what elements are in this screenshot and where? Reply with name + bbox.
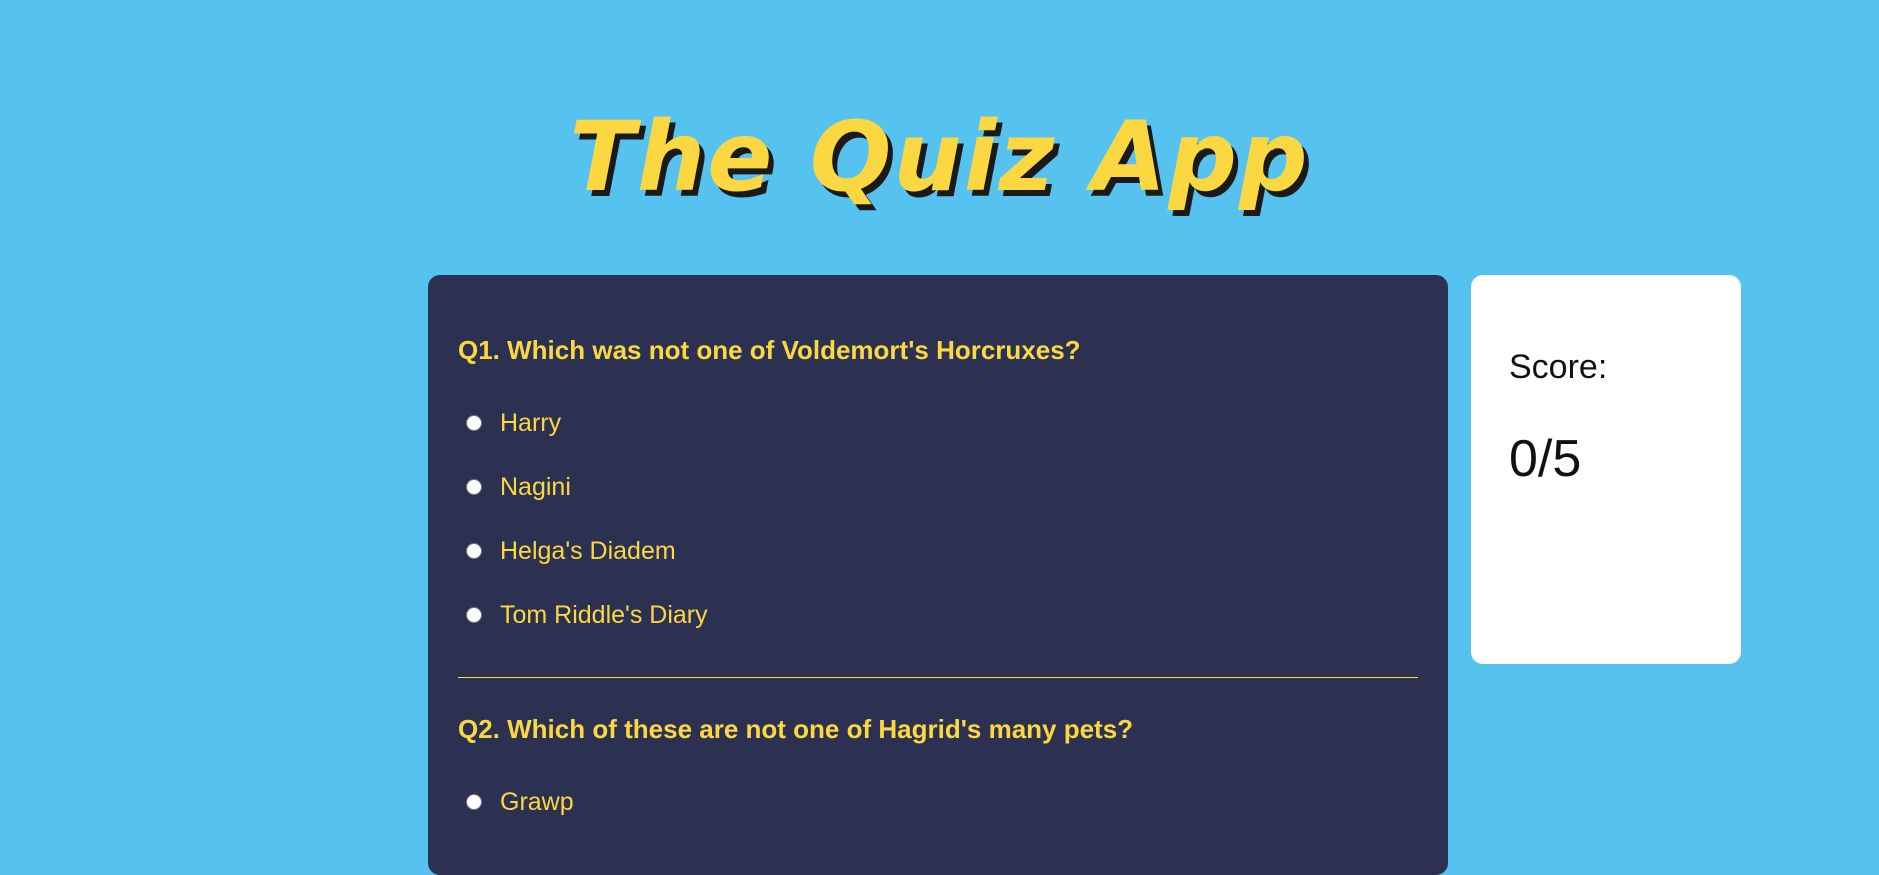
answer-label: Grawp: [500, 787, 574, 816]
answer-label: Harry: [500, 408, 562, 437]
answer-option[interactable]: Tom Riddle's Diary: [458, 583, 1418, 647]
question-1: Q1. Which was not one of Voldemort's Hor…: [458, 275, 1418, 678]
score-card: Score: 0/5: [1471, 275, 1741, 664]
answer-option[interactable]: Nagini: [458, 455, 1418, 519]
radio-button[interactable]: [466, 794, 482, 810]
radio-button[interactable]: [466, 607, 482, 623]
question-text: Q1. Which was not one of Voldemort's Hor…: [458, 335, 1081, 365]
answer-label: Helga's Diadem: [500, 536, 676, 565]
answer-options: Harry Nagini Helga's Diadem Tom Riddle's…: [458, 391, 1418, 647]
app-title: The Quiz App: [569, 101, 1310, 213]
answer-label: Tom Riddle's Diary: [500, 600, 708, 629]
radio-button[interactable]: [466, 479, 482, 495]
answer-label: Nagini: [500, 472, 571, 501]
answer-option[interactable]: Grawp: [458, 770, 1418, 834]
score-label: Score:: [1509, 348, 1608, 386]
radio-button[interactable]: [466, 415, 482, 431]
answer-option[interactable]: Helga's Diadem: [458, 519, 1418, 583]
score-value: 0/5: [1509, 430, 1582, 488]
answer-option[interactable]: Harry: [458, 391, 1418, 455]
question-text: Q2. Which of these are not one of Hagrid…: [458, 714, 1134, 744]
radio-button[interactable]: [466, 543, 482, 559]
answer-options: Grawp: [458, 770, 1418, 834]
quiz-panel: Q1. Which was not one of Voldemort's Hor…: [428, 275, 1448, 875]
question-2: Q2. Which of these are not one of Hagrid…: [458, 678, 1418, 834]
